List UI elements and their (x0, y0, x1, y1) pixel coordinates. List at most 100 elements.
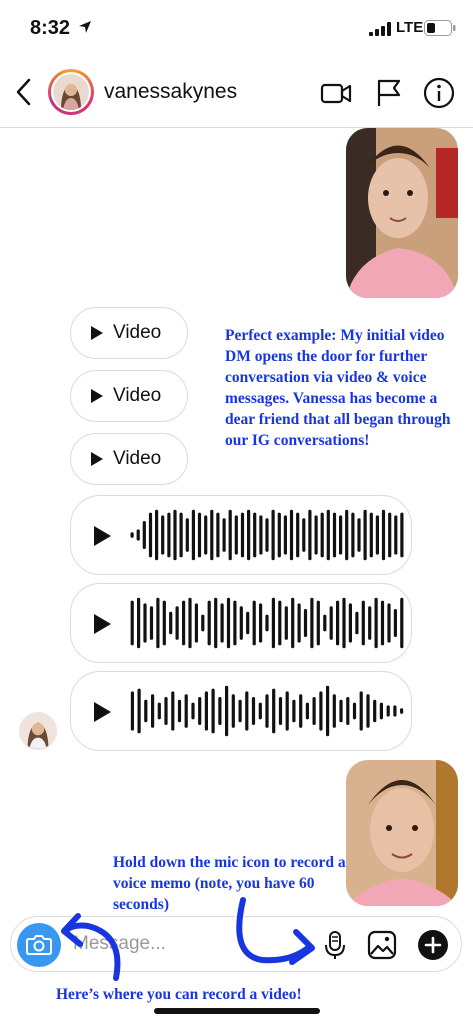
waveform-bar (157, 702, 161, 720)
waveform-bar (216, 512, 220, 558)
waveform-bar (366, 694, 370, 728)
waveform-bar (143, 603, 147, 643)
waveform-bar (210, 509, 214, 561)
chat-username[interactable]: vanessakynes (104, 80, 237, 104)
waveform-bar (284, 606, 288, 640)
waveform-bar (326, 509, 330, 561)
waveform-bar (329, 606, 333, 640)
waveform-bar (220, 603, 224, 643)
play-icon (91, 326, 103, 340)
waveform-bar (204, 515, 208, 555)
waveform-bar (339, 515, 343, 555)
waveform-bar (297, 603, 301, 643)
waveform-bar (207, 600, 211, 646)
waveform-bar (278, 697, 283, 725)
info-icon[interactable] (422, 76, 456, 110)
waveform-bar (291, 597, 295, 649)
waveform-bar (374, 597, 378, 649)
waveform-bar (381, 509, 386, 561)
video-message-pill[interactable]: Video (70, 307, 188, 359)
waveform-bar (277, 512, 281, 558)
waveform-bar (292, 699, 296, 723)
voice-message[interactable] (70, 583, 412, 663)
waveform-bar (130, 600, 134, 646)
video-pill-label: Video (113, 322, 162, 343)
microphone-icon[interactable] (318, 928, 352, 962)
waveform-bar (319, 691, 323, 731)
annotation-main-note: Perfect example: My initial video DM ope… (225, 327, 451, 449)
waveform-bar (259, 603, 263, 643)
waveform-bar (173, 509, 177, 561)
sender-avatar[interactable] (19, 712, 57, 750)
waveform-bar (339, 699, 343, 723)
waveform-bar (238, 699, 242, 723)
play-icon (94, 702, 111, 722)
waveform-bar (201, 614, 205, 632)
flag-icon[interactable] (372, 76, 406, 110)
waveform-bar (228, 509, 232, 561)
waveform-bar (162, 600, 166, 646)
voice-message[interactable] (70, 495, 412, 575)
waveform-bar (226, 597, 231, 649)
waveform-bar (336, 600, 340, 646)
waveform-bar (137, 597, 141, 649)
play-icon (91, 452, 103, 466)
waveform-bar (204, 691, 208, 731)
annotation-camera-note: Here’s where you can record a video! (56, 986, 302, 1003)
waveform-bar (394, 515, 398, 555)
waveform (130, 597, 404, 649)
waveform-bar (265, 518, 269, 552)
sent-video-thumbnail[interactable] (346, 128, 458, 298)
waveform-bar (253, 512, 257, 558)
waveform-bar (316, 600, 320, 646)
waveform-bar (188, 597, 192, 649)
waveform-bar (252, 600, 256, 646)
plus-icon[interactable] (416, 928, 450, 962)
video-pill-label: Video (113, 448, 162, 469)
location-arrow-icon (79, 21, 91, 33)
waveform-bar (357, 518, 361, 552)
waveform-bar (175, 606, 179, 640)
camera-icon (26, 935, 52, 955)
waveform-bar (225, 685, 229, 737)
waveform-bar (240, 512, 245, 558)
waveform-bar (320, 512, 324, 558)
play-icon (94, 526, 111, 546)
waveform-bar (346, 697, 350, 725)
camera-button[interactable] (17, 923, 61, 967)
voice-message[interactable] (70, 671, 412, 751)
waveform-bar (314, 515, 318, 555)
waveform-bar (355, 611, 359, 635)
waveform-bar (393, 609, 397, 637)
message-composer (10, 916, 462, 972)
waveform-bar (375, 515, 379, 555)
waveform-bar (184, 694, 188, 728)
video-message-pill[interactable]: Video (70, 370, 188, 422)
status-bar: 8:32 LTE (0, 0, 473, 56)
waveform-bar (171, 691, 175, 731)
waveform-bar (386, 705, 390, 717)
waveform-bar (148, 512, 153, 558)
waveform-bar (351, 512, 355, 558)
waveform-bar (363, 509, 367, 561)
waveform-bar (222, 518, 226, 552)
back-chevron-icon[interactable] (10, 74, 38, 110)
home-indicator (154, 1008, 320, 1014)
waveform-bar (303, 609, 308, 637)
waveform-bar (191, 509, 195, 561)
waveform-bar (177, 699, 182, 723)
waveform-bar (136, 529, 140, 541)
waveform-bar (179, 512, 183, 558)
waveform-bar (197, 512, 202, 558)
waveform-bar (233, 600, 237, 646)
waveform-bar (272, 688, 276, 734)
video-call-icon[interactable] (319, 76, 353, 110)
message-input[interactable] (73, 929, 313, 959)
waveform-bar (400, 597, 404, 649)
gallery-icon[interactable] (365, 928, 399, 962)
video-message-pill[interactable]: Video (70, 433, 188, 485)
profile-avatar[interactable] (48, 69, 94, 115)
waveform-bar (380, 600, 385, 646)
waveform-bar (191, 702, 195, 720)
waveform-bar (137, 688, 141, 734)
